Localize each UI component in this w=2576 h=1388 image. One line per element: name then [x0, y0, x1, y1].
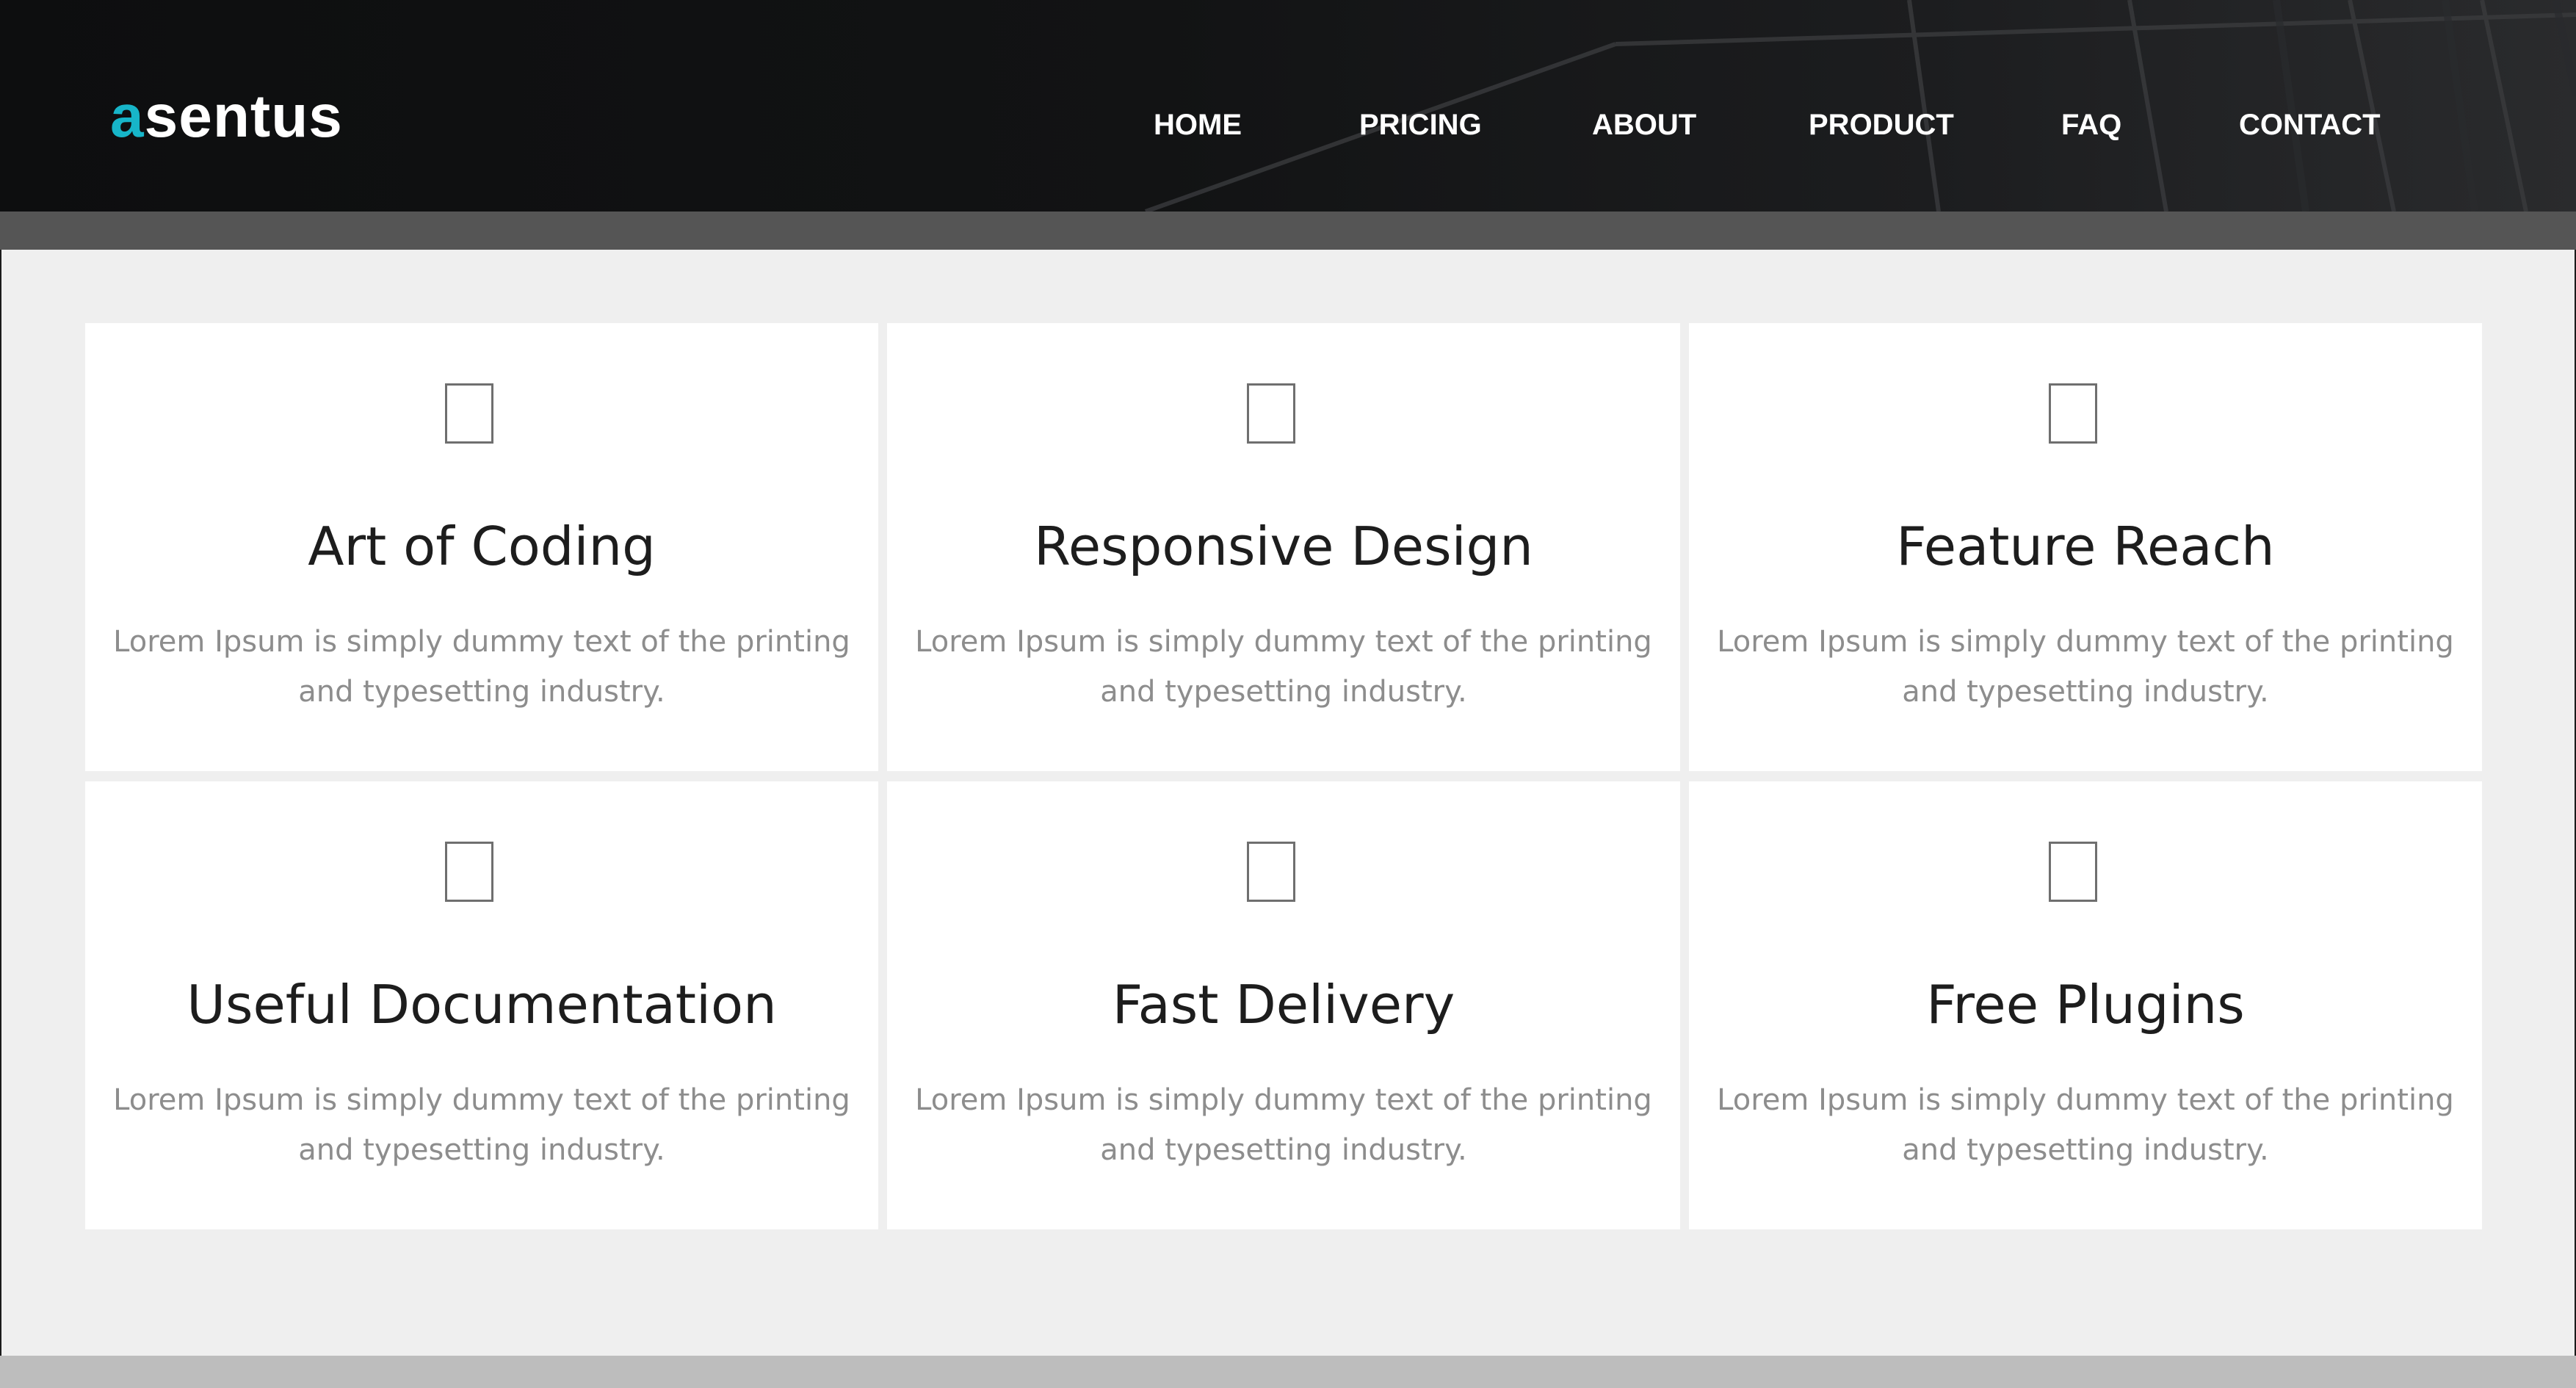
placeholder-box-icon: [445, 383, 493, 444]
feature-card: Free Plugins Lorem Ipsum is simply dummy…: [1689, 781, 2482, 1229]
site-header: asentus HOME PRICING ABOUT PRODUCT FAQ C…: [0, 0, 2576, 212]
feature-title: Art of Coding: [308, 516, 656, 577]
feature-title: Free Plugins: [1926, 974, 2245, 1035]
placeholder-box-icon: [445, 842, 493, 902]
feature-card: Responsive Design Lorem Ipsum is simply …: [887, 323, 1680, 771]
feature-description: Lorem Ipsum is simply dummy text of the …: [915, 625, 1652, 709]
placeholder-box-icon: [1247, 842, 1295, 902]
nav-faq[interactable]: FAQ: [2061, 103, 2121, 147]
feature-description: Lorem Ipsum is simply dummy text of the …: [1717, 1083, 2454, 1167]
feature-title: Feature Reach: [1896, 516, 2275, 577]
nav-pricing[interactable]: PRICING: [1359, 103, 1482, 147]
feature-description: Lorem Ipsum is simply dummy text of the …: [113, 625, 850, 709]
header-subbar: [0, 212, 2576, 250]
feature-description: Lorem Ipsum is simply dummy text of the …: [1717, 625, 2454, 709]
nav-about[interactable]: ABOUT: [1592, 103, 1696, 147]
feature-card: Feature Reach Lorem Ipsum is simply dumm…: [1689, 323, 2482, 771]
placeholder-box-icon: [1247, 383, 1295, 444]
feature-title: Useful Documentation: [187, 974, 777, 1035]
feature-card: Art of Coding Lorem Ipsum is simply dumm…: [85, 323, 878, 771]
feature-card: Fast Delivery Lorem Ipsum is simply dumm…: [887, 781, 1680, 1229]
footer-bar: [0, 1356, 2576, 1388]
placeholder-box-icon: [2049, 842, 2097, 902]
feature-title: Fast Delivery: [1112, 974, 1455, 1035]
placeholder-box-icon: [2049, 383, 2097, 444]
nav-product[interactable]: PRODUCT: [1809, 103, 1954, 147]
feature-card: Useful Documentation Lorem Ipsum is simp…: [85, 781, 878, 1229]
nav-home[interactable]: HOME: [1154, 103, 1242, 147]
feature-description: Lorem Ipsum is simply dummy text of the …: [915, 1083, 1652, 1167]
feature-title: Responsive Design: [1034, 516, 1533, 577]
feature-description: Lorem Ipsum is simply dummy text of the …: [113, 1083, 850, 1167]
nav-contact[interactable]: CONTACT: [2239, 103, 2381, 147]
main-nav: HOME PRICING ABOUT PRODUCT FAQ CONTACT: [0, 103, 2576, 147]
